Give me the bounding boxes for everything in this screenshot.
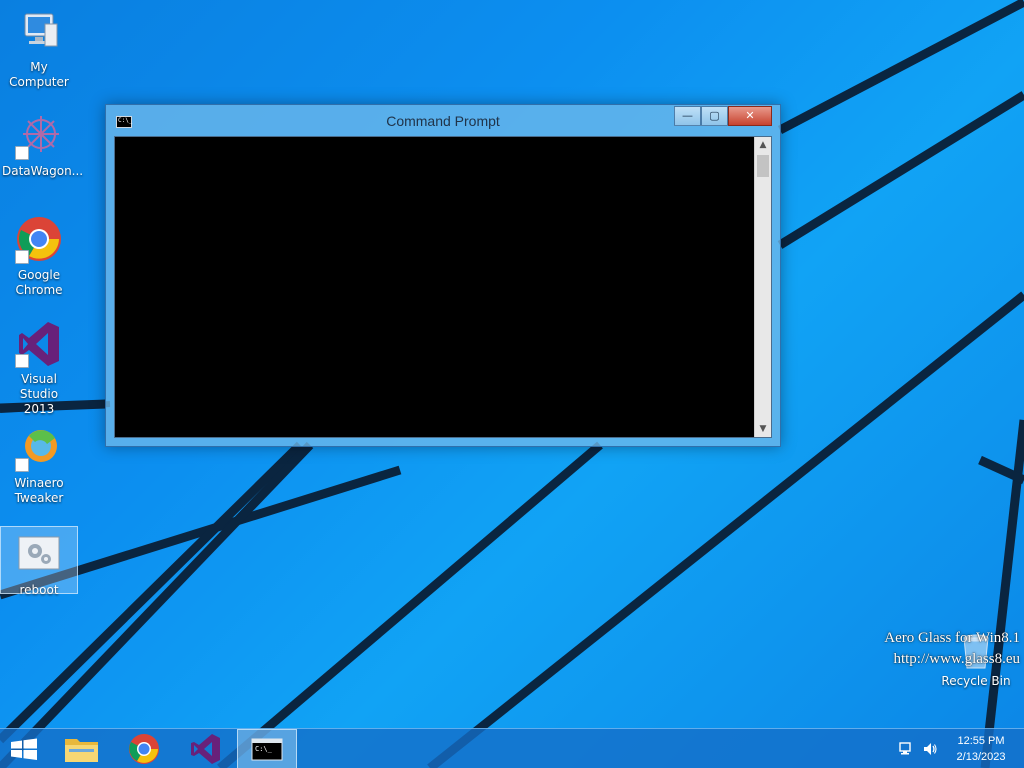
desktop-icon-datawagon[interactable]: DataWagon... [0,112,84,179]
desktop-icon-winaero-tweaker[interactable]: Winaero Tweaker [0,424,78,506]
maximize-button[interactable]: ▢ [701,106,728,126]
file-explorer-icon [65,739,98,762]
console-area[interactable]: ▲ ▼ [114,136,772,438]
taskbar-file-explorer[interactable] [52,729,112,768]
desktop-icon-visual-studio[interactable]: Visual Studio 2013 [0,320,78,417]
computer-icon [15,8,63,56]
desktop-icon-label: reboot [19,583,59,597]
minimize-button[interactable]: — [674,106,701,126]
desktop-icon-label-line1: Winaero [14,476,64,490]
shortcut-arrow-icon [15,250,29,264]
taskbar-command-prompt[interactable]: C:\_ [237,729,297,768]
network-icon[interactable] [898,741,914,757]
watermark-line1: Aero Glass for Win8.1 [884,630,1020,646]
visual-studio-icon [191,734,220,764]
clock-date: 2/13/2023 [956,751,1006,763]
cmd-icon: C:\_ [251,738,283,761]
winaero-tweaker-icon [15,424,63,472]
command-prompt-window[interactable]: C:\_ Command Prompt — ▢ ✕ ▲ ▼ [105,104,781,447]
datawagon-icon [15,112,63,160]
desktop-icon-label-line2: Tweaker [14,491,64,505]
shortcut-arrow-icon [15,354,29,368]
chrome-icon [129,734,159,764]
volume-icon[interactable] [922,741,938,757]
visual-studio-icon [15,320,63,368]
desktop-icon-label-line2: 2013 [23,402,55,416]
svg-text:C:\_: C:\_ [255,745,273,753]
desktop-icon-google-chrome[interactable]: Google Chrome [0,216,78,298]
desktop-icon-label-line1: Visual Studio [19,372,59,401]
scroll-thumb[interactable] [757,155,769,177]
clock-time: 12:55 PM [957,735,1005,747]
taskbar: C:\_ 12:55 PM 2/13/2023 [0,728,1024,768]
aero-glass-watermark: Aero Glass for Win8.1 http://www.glass8.… [884,628,1020,670]
scroll-up-button[interactable]: ▲ [755,137,771,153]
desktop-icon-label: Recycle Bin [941,674,1011,688]
desktop-icon-label-line2: Chrome [15,283,63,297]
chrome-icon [15,216,63,264]
window-titlebar[interactable]: C:\_ Command Prompt — ▢ ✕ [106,105,780,136]
start-button[interactable] [0,729,48,768]
desktop-icon-my-computer[interactable]: My Computer [0,8,78,90]
taskbar-clock[interactable]: 12:55 PM 2/13/2023 [947,733,1015,765]
windows-start-icon [11,738,37,760]
scroll-down-button[interactable]: ▼ [755,421,771,437]
vertical-scrollbar[interactable]: ▲ ▼ [754,137,771,437]
taskbar-google-chrome[interactable] [114,729,174,768]
desktop-icon-label-line1: Google [17,268,61,282]
close-button[interactable]: ✕ [728,106,772,126]
desktop-icon-reboot[interactable]: reboot [0,526,78,597]
taskbar-visual-studio[interactable] [175,729,235,768]
watermark-line2: http://www.glass8.eu [893,651,1020,667]
settings-file-icon [15,531,63,579]
desktop-icon-label: DataWagon... [2,164,84,178]
shortcut-arrow-icon [15,146,29,160]
desktop-icon-label: My Computer [9,60,69,89]
shortcut-arrow-icon [15,458,29,472]
